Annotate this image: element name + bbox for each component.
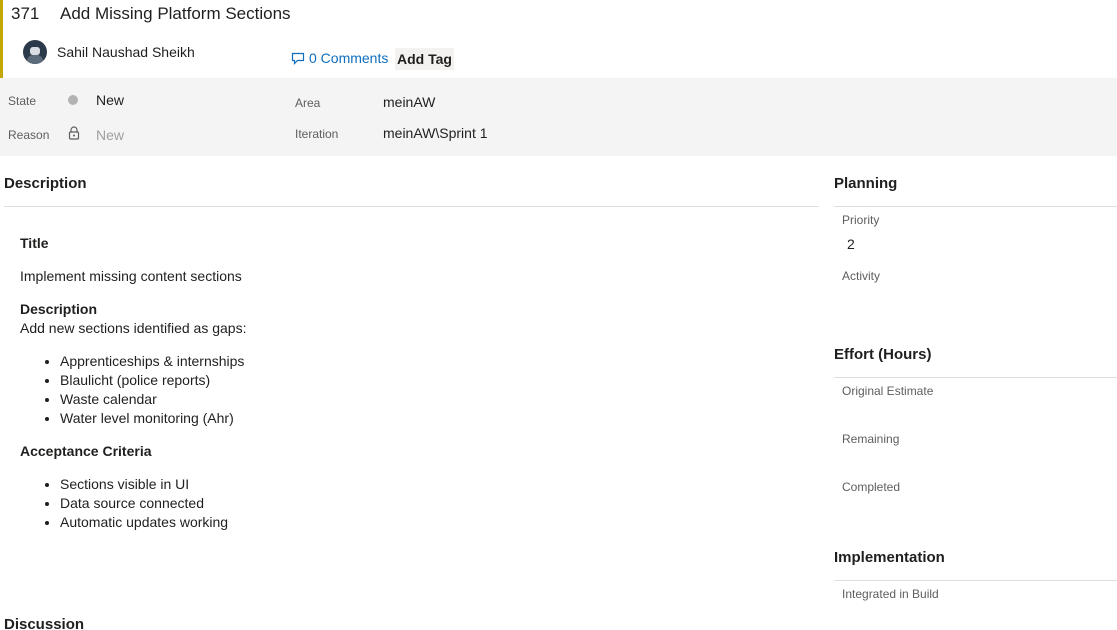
priority-label: Priority xyxy=(842,213,880,227)
add-tag-button[interactable]: Add Tag xyxy=(395,48,454,70)
effort-section-title[interactable]: Effort (Hours) xyxy=(834,346,932,363)
list-item: Blaulicht (police reports) xyxy=(60,371,800,390)
reason-label: Reason xyxy=(8,128,50,142)
state-value[interactable]: New xyxy=(96,92,124,108)
list-item: Waste calendar xyxy=(60,390,800,409)
title-heading: Title xyxy=(20,235,49,251)
original-estimate-label: Original Estimate xyxy=(842,384,934,398)
list-item: Data source connected xyxy=(60,494,800,513)
avatar-body-icon xyxy=(27,55,43,64)
avatar-face-icon xyxy=(30,47,40,55)
completed-label: Completed xyxy=(842,480,901,494)
assigned-user[interactable]: Sahil Naushad Sheikh xyxy=(57,44,195,60)
iteration-label: Iteration xyxy=(295,127,339,141)
criteria-list: Sections visible in UI Data source conne… xyxy=(60,475,800,532)
list-item: Automatic updates working xyxy=(60,513,800,532)
area-label: Area xyxy=(295,96,321,110)
work-item-header: 371 Add Missing Platform Sections Sahil … xyxy=(0,0,1117,78)
implementation-divider xyxy=(834,580,1117,581)
description-section-title[interactable]: Description xyxy=(4,175,87,192)
work-item-id: 371 xyxy=(11,4,40,23)
criteria-heading: Acceptance Criteria xyxy=(20,443,152,459)
title-text: Implement missing content sections xyxy=(20,268,242,284)
comments-link[interactable]: 0 Comments xyxy=(291,50,388,66)
area-value[interactable]: meinAW xyxy=(383,94,435,110)
desc-intro: Add new sections identified as gaps: xyxy=(20,320,247,336)
comment-icon xyxy=(291,52,305,65)
implementation-section-title[interactable]: Implementation xyxy=(834,549,945,566)
state-dot-icon xyxy=(68,95,78,105)
planning-section-title[interactable]: Planning xyxy=(834,175,897,192)
lock-icon xyxy=(68,126,80,140)
state-label: State xyxy=(8,94,37,108)
priority-value[interactable]: 2 xyxy=(847,236,855,252)
list-item: Apprenticeships & internships xyxy=(60,352,800,371)
description-divider xyxy=(4,206,819,207)
description-editor[interactable]: Title Implement missing content sections… xyxy=(20,234,800,532)
reason-value: New xyxy=(96,127,125,143)
list-item: Water level monitoring (Ahr) xyxy=(60,409,800,428)
list-item: Sections visible in UI xyxy=(60,475,800,494)
work-item-title[interactable]: Add Missing Platform Sections xyxy=(60,4,291,24)
planning-divider xyxy=(834,206,1117,207)
discussion-section-title[interactable]: Discussion xyxy=(4,616,84,630)
core-fields: State New Reason New Area meinAW Iterati… xyxy=(0,78,1117,156)
comments-label: 0 Comments xyxy=(309,50,389,66)
integrated-in-build-label: Integrated in Build xyxy=(842,587,939,601)
remaining-label: Remaining xyxy=(842,432,900,446)
activity-label: Activity xyxy=(842,269,881,283)
avatar[interactable] xyxy=(23,40,47,64)
iteration-value[interactable]: meinAW\Sprint 1 xyxy=(383,125,488,141)
desc-heading: Description xyxy=(20,301,98,317)
gaps-list: Apprenticeships & internships Blaulicht … xyxy=(60,352,800,428)
effort-divider xyxy=(834,377,1117,378)
